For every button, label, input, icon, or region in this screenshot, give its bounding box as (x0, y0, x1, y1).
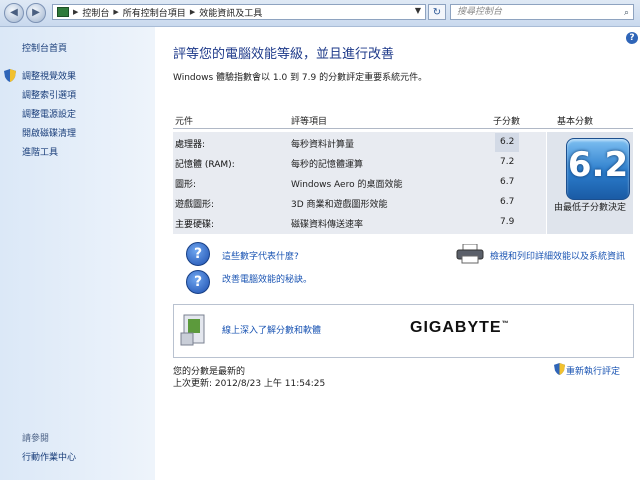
last-update: 上次更新: 2012/8/23 上午 11:54:25 (173, 379, 326, 389)
sidebar-list: 調整視覺效果 調整索引選項 調整電源設定 開啟磁碟清理 進階工具 (22, 69, 76, 164)
column-header: 子分數 (493, 117, 521, 127)
column-header: 評等項目 (291, 117, 328, 127)
printer-icon (456, 244, 484, 264)
row-subscore: 6.7 (500, 197, 515, 207)
address-bar: ◀ ▶ ▶ 控制台 ▶ 所有控制台項目 ▶ 效能資訊及工具 ▼ ↻ 搜尋控制台 … (0, 0, 640, 27)
help-question-icon: ? (186, 270, 210, 294)
chevron-right-icon[interactable]: ▶ (73, 8, 78, 16)
print-details-link[interactable]: 檢視和列印詳細效能以及系統資訊 (490, 249, 625, 262)
base-score-value: 6.2 (567, 145, 629, 185)
row-description: Windows Aero 的桌面效能 (291, 180, 403, 190)
help-question-icon: ? (186, 242, 210, 266)
column-header: 基本分數 (557, 117, 594, 127)
table-row: 遊戲圖形: 3D 商業和遊戲圖形效能 6.7 (173, 193, 546, 212)
search-input[interactable]: 搜尋控制台 ⌕ (450, 4, 634, 20)
row-description: 磁碟資料傳送速率 (291, 220, 364, 230)
row-description: 每秒資料計算量 (291, 140, 355, 150)
table-row: 處理器: 每秒資料計算量 6.2 (173, 133, 546, 152)
search-placeholder: 搜尋控制台 (457, 7, 503, 17)
row-subscore: 7.9 (500, 217, 515, 227)
chevron-right-icon[interactable]: ▶ (113, 8, 118, 16)
page-title: 評等您的電腦效能等級，並且進行改善 (173, 47, 395, 62)
see-also-heading: 請參閱 (22, 434, 50, 444)
base-score-badge: 6.2 (566, 138, 630, 200)
oem-logo: GIGABYTE™ (410, 319, 509, 337)
row-component: 主要硬碟: (175, 220, 215, 230)
sidebar-item-disk-cleanup[interactable]: 開啟磁碟清理 (22, 126, 76, 145)
sidebar-item-indexing[interactable]: 調整索引選項 (22, 88, 76, 107)
shield-icon (554, 363, 565, 375)
base-score-caption: 由最低子分數決定 (553, 203, 626, 213)
row-component: 圖形: (175, 180, 197, 190)
base-score-panel: 6.2 由最低子分數決定 (547, 132, 633, 234)
breadcrumb-item[interactable]: 控制台 (82, 6, 109, 19)
table-row: 圖形: Windows Aero 的桌面效能 6.7 (173, 173, 546, 192)
row-subscore: 6.7 (500, 177, 515, 187)
chevron-down-icon[interactable]: ▼ (415, 6, 421, 15)
oem-panel: 線上深入了解分數和軟體 GIGABYTE™ (173, 304, 634, 358)
sidebar-item-home[interactable]: 控制台首頁 (22, 41, 67, 54)
breadcrumb-item[interactable]: 效能資訊及工具 (199, 6, 262, 19)
oem-logo-text: GIGABYTE (410, 319, 502, 336)
table-row: 主要硬碟: 磁碟資料傳送速率 7.9 (173, 213, 546, 232)
row-subscore: 7.2 (500, 157, 515, 167)
software-box-icon (180, 314, 205, 346)
column-header: 元件 (175, 117, 194, 127)
table-header: 元件 評等項目 子分數 基本分數 (173, 112, 633, 129)
table-body: 處理器: 每秒資料計算量 6.2 記憶體 (RAM): 每秒的記憶體運算 7.2… (173, 132, 546, 234)
help-icon[interactable]: ? (626, 32, 638, 44)
what-numbers-link[interactable]: 這些數字代表什麼? (222, 249, 299, 262)
refresh-button[interactable]: ↻ (428, 4, 446, 20)
sidebar-item-power[interactable]: 調整電源設定 (22, 107, 76, 126)
sidebar-item-advanced-tools[interactable]: 進階工具 (22, 145, 76, 164)
row-component: 記憶體 (RAM): (175, 160, 235, 170)
breadcrumb[interactable]: ▶ 控制台 ▶ 所有控制台項目 ▶ 效能資訊及工具 ▼ (52, 4, 426, 20)
folder-icon (57, 7, 69, 17)
rerun-label[interactable]: 重新執行評定 (566, 367, 620, 377)
back-button[interactable]: ◀ (4, 3, 24, 23)
learn-more-link[interactable]: 線上深入了解分數和軟體 (222, 323, 321, 336)
rerun-assessment-link[interactable]: 重新執行評定 (554, 363, 620, 377)
row-description: 每秒的記憶體運算 (291, 160, 364, 170)
row-component: 遊戲圖形: (175, 200, 215, 210)
table-row: 記憶體 (RAM): 每秒的記憶體運算 7.2 (173, 153, 546, 172)
shield-icon (4, 69, 16, 82)
forward-button[interactable]: ▶ (26, 3, 46, 23)
row-component: 處理器: (175, 140, 206, 150)
search-icon[interactable]: ⌕ (624, 6, 629, 20)
chevron-right-icon[interactable]: ▶ (190, 8, 195, 16)
row-subscore: 6.2 (500, 137, 515, 147)
sidebar-item-visual-effects[interactable]: 調整視覺效果 (22, 69, 76, 88)
tips-link[interactable]: 改善電腦效能的秘訣。 (222, 272, 312, 285)
trademark-mark: ™ (501, 320, 509, 328)
row-description: 3D 商業和遊戲圖形效能 (291, 200, 388, 210)
breadcrumb-item[interactable]: 所有控制台項目 (123, 6, 186, 19)
sidebar: 控制台首頁 調整視覺效果 調整索引選項 調整電源設定 開啟磁碟清理 進階工具 請… (0, 27, 155, 480)
sidebar-item-action-center[interactable]: 行動作業中心 (22, 450, 76, 463)
page-subtitle: Windows 體驗指數會以 1.0 到 7.9 的分數評定重要系統元件。 (173, 73, 428, 83)
